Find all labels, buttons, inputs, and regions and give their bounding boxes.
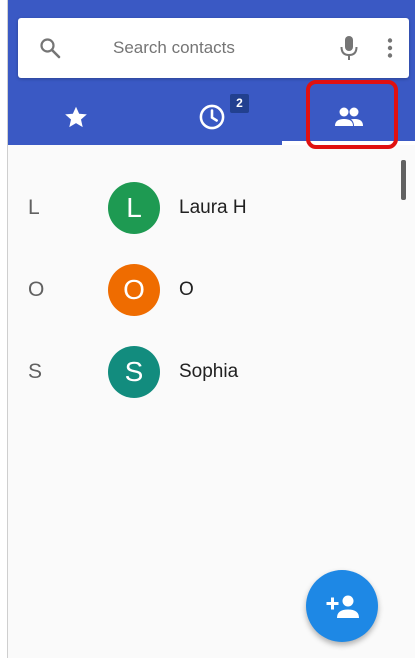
avatar[interactable]: L <box>108 182 160 234</box>
tab-favorites[interactable] <box>8 88 144 145</box>
star-icon <box>65 106 87 127</box>
more-vert-icon[interactable] <box>378 36 402 60</box>
scrollbar[interactable] <box>401 160 406 200</box>
add-person-icon <box>326 595 359 618</box>
avatar[interactable]: S <box>108 346 160 398</box>
search-icon[interactable] <box>38 36 62 60</box>
contact-name[interactable]: Laura H <box>179 167 247 249</box>
contact-row[interactable]: S S Sophia <box>8 331 415 413</box>
window-edge <box>0 0 8 658</box>
contact-row[interactable]: O O O <box>8 249 415 331</box>
contact-name[interactable]: O <box>179 249 194 331</box>
tab-recents[interactable] <box>144 88 280 145</box>
mic-icon[interactable] <box>337 34 361 62</box>
section-letter: O <box>28 278 45 301</box>
add-contact-button[interactable] <box>306 570 378 642</box>
contact-row[interactable]: L L Laura H <box>8 167 415 249</box>
highlight-annotation <box>306 80 398 149</box>
clock-icon <box>199 104 225 129</box>
section-letter: L <box>28 196 40 219</box>
search-bar[interactable]: Search contacts <box>18 18 409 78</box>
search-input[interactable]: Search contacts <box>113 18 235 78</box>
section-letter: S <box>28 360 43 383</box>
contact-name[interactable]: Sophia <box>179 331 238 413</box>
contacts-app: Search contacts 2 L L Laura H O O O S S … <box>8 0 415 658</box>
avatar[interactable]: O <box>108 264 160 316</box>
recents-badge: 2 <box>230 94 249 113</box>
